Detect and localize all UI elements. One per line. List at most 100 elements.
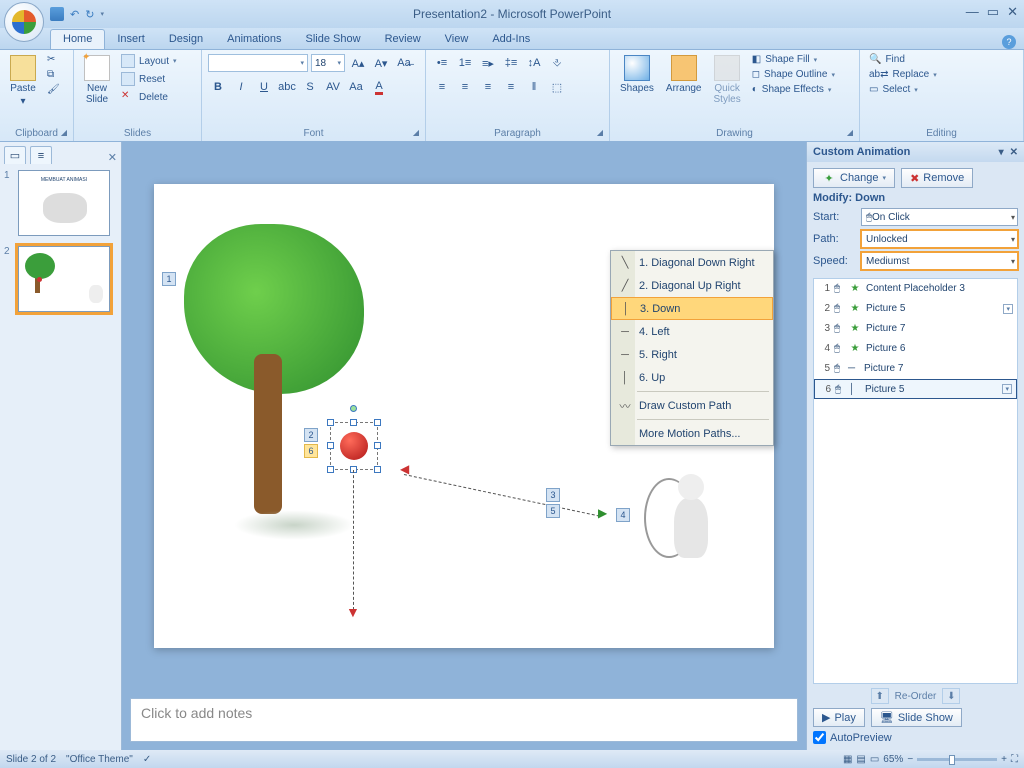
shape-outline-button[interactable]: ◻Shape Outline▾	[749, 68, 838, 81]
reset-button[interactable]: Reset	[118, 71, 180, 87]
office-button[interactable]	[4, 2, 44, 42]
menu-diag-down-right[interactable]: ╲1. Diagonal Down Right	[611, 251, 773, 274]
strike-button[interactable]: abc	[277, 77, 297, 97]
zoom-slider[interactable]	[917, 758, 997, 761]
slideshow-button[interactable]: 🖥 Slide Show	[871, 708, 962, 727]
anim-item-4[interactable]: 4🖱★Picture 6	[814, 339, 1017, 359]
arrange-button[interactable]: Arrange	[662, 53, 706, 96]
shrink-font-button[interactable]: A▾	[371, 53, 391, 73]
view-show-icon[interactable]: ▭	[870, 754, 879, 765]
tab-add-ins[interactable]: Add-Ins	[480, 30, 542, 49]
anim-tag-2[interactable]: 2	[304, 428, 318, 442]
fit-window-button[interactable]: ⛶	[1011, 754, 1018, 765]
redo-icon[interactable]: ↻	[85, 8, 94, 21]
help-icon[interactable]: ?	[1002, 35, 1016, 49]
anim-item-6[interactable]: 6🖱│Picture 5▾	[814, 379, 1017, 399]
zoom-in-button[interactable]: +	[1001, 754, 1007, 765]
speed-dropdown[interactable]: Mediumst▾	[861, 252, 1018, 270]
minimize-button[interactable]: —	[966, 4, 979, 20]
menu-down[interactable]: │3. Down	[611, 297, 773, 320]
tree-picture[interactable]	[184, 224, 364, 514]
change-button[interactable]: ✦Change▾	[813, 168, 895, 188]
outline-tab[interactable]: ≡	[30, 146, 52, 164]
delete-button[interactable]: ✕Delete	[118, 89, 180, 105]
bullets-button[interactable]: •≡	[432, 53, 452, 73]
qat-more-icon[interactable]: ▾	[100, 10, 104, 18]
anim-tag-3[interactable]: 3	[546, 488, 560, 502]
paste-button[interactable]: Paste ▾	[6, 53, 40, 109]
menu-left[interactable]: ─4. Left	[611, 320, 773, 343]
shape-effects-button[interactable]: ◐Shape Effects▾	[749, 83, 838, 96]
justify-button[interactable]: ≡	[501, 77, 521, 97]
zoom-out-button[interactable]: −	[907, 754, 913, 765]
play-button[interactable]: ▶ Play	[813, 708, 865, 727]
anim-tag-4[interactable]: 4	[616, 508, 630, 522]
tab-home[interactable]: Home	[50, 29, 105, 49]
slides-tab[interactable]: ▭	[4, 146, 26, 164]
thumb-1[interactable]: 1 MEMBUAT ANIMASI	[4, 170, 117, 236]
line-spacing-button[interactable]: ‡≡	[501, 53, 521, 73]
animation-list[interactable]: 1🖱★Content Placeholder 3 2🖱★Picture 5▾ 3…	[813, 278, 1018, 684]
grow-font-button[interactable]: A▴	[348, 53, 368, 73]
anim-item-3[interactable]: 3🖱★Picture 7	[814, 319, 1017, 339]
align-left-button[interactable]: ≡	[432, 77, 452, 97]
anim-tag-1[interactable]: 1	[162, 272, 176, 286]
format-painter-button[interactable]: 🖌	[44, 83, 63, 96]
change-case-button[interactable]: Aa	[346, 77, 366, 97]
undo-icon[interactable]: ↶	[70, 8, 79, 21]
anim-tag-5[interactable]: 5	[546, 504, 560, 518]
save-icon[interactable]	[50, 7, 64, 21]
menu-diag-up-right[interactable]: ╱2. Diagonal Up Right	[611, 274, 773, 297]
char-spacing-button[interactable]: AV	[323, 77, 343, 97]
replace-button[interactable]: ab⇄Replace▾	[866, 68, 940, 81]
menu-draw-custom[interactable]: 〰Draw Custom Path	[611, 394, 773, 417]
tab-review[interactable]: Review	[373, 30, 433, 49]
view-sorter-icon[interactable]: ▤	[856, 754, 865, 765]
restore-button[interactable]: ▭	[987, 4, 999, 20]
anim-item-2[interactable]: 2🖱★Picture 5▾	[814, 299, 1017, 319]
bold-button[interactable]: B	[208, 77, 228, 97]
new-slide-button[interactable]: New Slide	[80, 53, 114, 107]
slide-edit-area[interactable]: 1 2 6 ▼	[122, 142, 806, 750]
list-level-button[interactable]: ≡▸	[478, 53, 498, 73]
spellcheck-icon[interactable]: ✓	[143, 754, 151, 765]
clear-format-button[interactable]: Aa̶	[394, 53, 414, 73]
shadow-button[interactable]: S	[300, 77, 320, 97]
reorder-down-button[interactable]: ⬇	[942, 688, 960, 704]
align-right-button[interactable]: ≡	[478, 77, 498, 97]
select-button[interactable]: ▭Select▾	[866, 83, 940, 96]
tab-view[interactable]: View	[433, 30, 481, 49]
tab-animations[interactable]: Animations	[215, 30, 293, 49]
slide-canvas[interactable]: 1 2 6 ▼	[154, 184, 774, 648]
menu-up[interactable]: │6. Up	[611, 366, 773, 389]
tab-slide-show[interactable]: Slide Show	[294, 30, 373, 49]
columns-button[interactable]: ‖	[524, 77, 544, 97]
start-dropdown[interactable]: 🖱 On Click▾	[861, 208, 1018, 226]
anim-item-1[interactable]: 1🖱★Content Placeholder 3	[814, 279, 1017, 299]
reorder-up-button[interactable]: ⬆	[871, 688, 889, 704]
slide-panel-close-icon[interactable]: ✕	[108, 151, 117, 164]
find-button[interactable]: 🔍Find	[866, 53, 940, 66]
zoom-percent[interactable]: 65%	[883, 754, 903, 765]
view-normal-icon[interactable]: ▦	[843, 754, 852, 765]
archer-picture[interactable]	[644, 468, 734, 578]
smartart-button[interactable]: ⬚	[547, 77, 567, 97]
align-text-button[interactable]: ⎀	[547, 53, 567, 73]
cut-button[interactable]: ✂	[44, 53, 63, 66]
anim-item-5[interactable]: 5🖱─Picture 7	[814, 359, 1017, 379]
thumb-2[interactable]: 2	[4, 246, 117, 312]
apple-picture[interactable]	[340, 432, 368, 460]
shape-fill-button[interactable]: ◧Shape Fill▾	[749, 53, 838, 66]
autopreview-check[interactable]: AutoPreview	[813, 731, 1018, 744]
taskpane-menu-icon[interactable]: ▾	[999, 147, 1004, 158]
anim-tag-6[interactable]: 6	[304, 444, 318, 458]
shapes-button[interactable]: Shapes	[616, 53, 658, 96]
tab-insert[interactable]: Insert	[105, 30, 157, 49]
notes-pane[interactable]: Click to add notes	[130, 698, 798, 742]
text-direction-button[interactable]: ↕A	[524, 53, 544, 73]
taskpane-close-icon[interactable]: ✕	[1010, 147, 1018, 158]
menu-right[interactable]: ─5. Right	[611, 343, 773, 366]
font-size-combo[interactable]: 18▾	[311, 54, 345, 72]
font-color-button[interactable]: A	[369, 77, 389, 97]
quick-styles-button[interactable]: Quick Styles	[710, 53, 745, 107]
